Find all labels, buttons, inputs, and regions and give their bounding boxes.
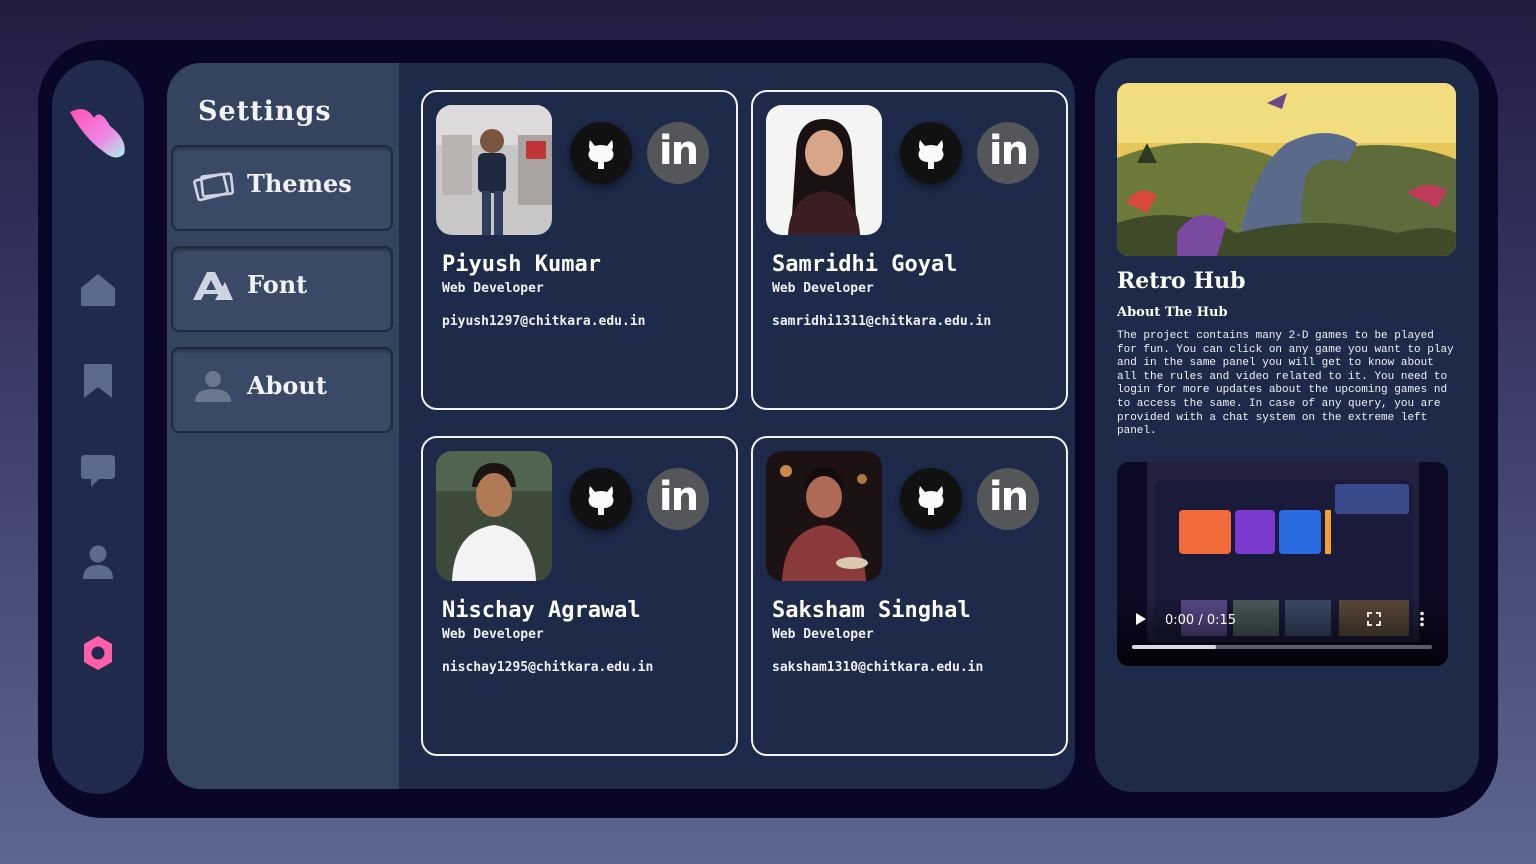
- team-card: in Samridhi Goyal Web Developer samridhi…: [751, 90, 1068, 410]
- profile-photo: [436, 451, 552, 581]
- member-name: Samridhi Goyal: [772, 252, 958, 277]
- video-player[interactable]: 0:00 / 0:15: [1117, 462, 1448, 666]
- team-card: in Nischay Agrawal Web Developer nischay…: [421, 436, 738, 756]
- github-icon: [588, 140, 614, 169]
- bookmark-icon: [84, 364, 112, 398]
- chat-icon: [81, 455, 115, 487]
- github-icon: [918, 140, 944, 169]
- github-link[interactable]: [900, 122, 962, 184]
- github-icon: [588, 486, 614, 515]
- github-link[interactable]: [570, 468, 632, 530]
- linkedin-link[interactable]: in: [647, 468, 709, 530]
- member-role: Web Developer: [772, 281, 874, 296]
- video-time: 0:00 / 0:15: [1165, 613, 1237, 628]
- team-card: in Saksham Singhal Web Developer saksham…: [751, 436, 1068, 756]
- home-icon: [81, 274, 115, 306]
- member-email[interactable]: piyush1297@chitkara.edu.in: [442, 314, 646, 329]
- sidebar-item-home[interactable]: [52, 272, 144, 308]
- gear-icon: [84, 636, 112, 670]
- member-name: Nischay Agrawal: [442, 598, 641, 623]
- hub-description: The project contains many 2-D games to b…: [1117, 330, 1454, 438]
- member-email[interactable]: samridhi1311@chitkara.edu.in: [772, 314, 991, 329]
- hub-subtitle: About The Hub: [1117, 305, 1228, 320]
- sidebar-item-settings[interactable]: [52, 634, 144, 672]
- font-label: Font: [247, 270, 308, 299]
- member-role: Web Developer: [442, 281, 544, 296]
- member-role: Web Developer: [442, 627, 544, 642]
- linkedin-icon: in: [988, 128, 1029, 174]
- more-options-icon[interactable]: [1419, 611, 1425, 627]
- font-button[interactable]: Font: [171, 246, 393, 332]
- linkedin-link[interactable]: in: [977, 468, 1039, 530]
- member-name: Saksham Singhal: [772, 598, 971, 623]
- user-icon: [195, 371, 231, 402]
- about-button[interactable]: About: [171, 347, 393, 433]
- sidebar-rail: [52, 60, 144, 794]
- sidebar-item-profile[interactable]: [52, 544, 144, 580]
- settings-panel: Settings Themes Font About: [167, 63, 399, 789]
- themes-label: Themes: [247, 169, 352, 198]
- hub-panel: Retro Hub About The Hub The project cont…: [1095, 58, 1479, 792]
- font-icon: [193, 272, 233, 300]
- github-link[interactable]: [570, 122, 632, 184]
- video-controls: [1117, 596, 1448, 666]
- video-progress-fill: [1132, 645, 1216, 649]
- themes-button[interactable]: Themes: [171, 145, 393, 231]
- linkedin-icon: in: [988, 474, 1029, 520]
- play-icon[interactable]: [1135, 612, 1147, 626]
- video-progress-bar[interactable]: [1132, 645, 1432, 649]
- profile-photo: [766, 105, 882, 235]
- member-name: Piyush Kumar: [442, 252, 601, 277]
- linkedin-link[interactable]: in: [647, 122, 709, 184]
- team-card: in Piyush Kumar Web Developer piyush1297…: [421, 90, 738, 410]
- sidebar-item-chat[interactable]: [52, 453, 144, 489]
- hub-banner-image: [1117, 83, 1456, 256]
- member-email[interactable]: nischay1295@chitkara.edu.in: [442, 660, 653, 675]
- sidebar-item-bookmarks[interactable]: [52, 363, 144, 399]
- about-label: About: [247, 371, 327, 400]
- linkedin-link[interactable]: in: [977, 122, 1039, 184]
- profile-photo: [436, 105, 552, 235]
- settings-title: Settings: [198, 96, 332, 127]
- app-logo[interactable]: [66, 104, 130, 162]
- fullscreen-icon[interactable]: [1367, 612, 1381, 626]
- team-panel: in Piyush Kumar Web Developer piyush1297…: [399, 63, 1075, 789]
- profile-photo: [766, 451, 882, 581]
- hub-title: Retro Hub: [1117, 268, 1246, 294]
- cards-icon: [193, 172, 235, 202]
- linkedin-icon: in: [658, 474, 699, 520]
- github-link[interactable]: [900, 468, 962, 530]
- member-email[interactable]: saksham1310@chitkara.edu.in: [772, 660, 983, 675]
- github-icon: [918, 486, 944, 515]
- user-icon: [83, 545, 113, 579]
- member-role: Web Developer: [772, 627, 874, 642]
- linkedin-icon: in: [658, 128, 699, 174]
